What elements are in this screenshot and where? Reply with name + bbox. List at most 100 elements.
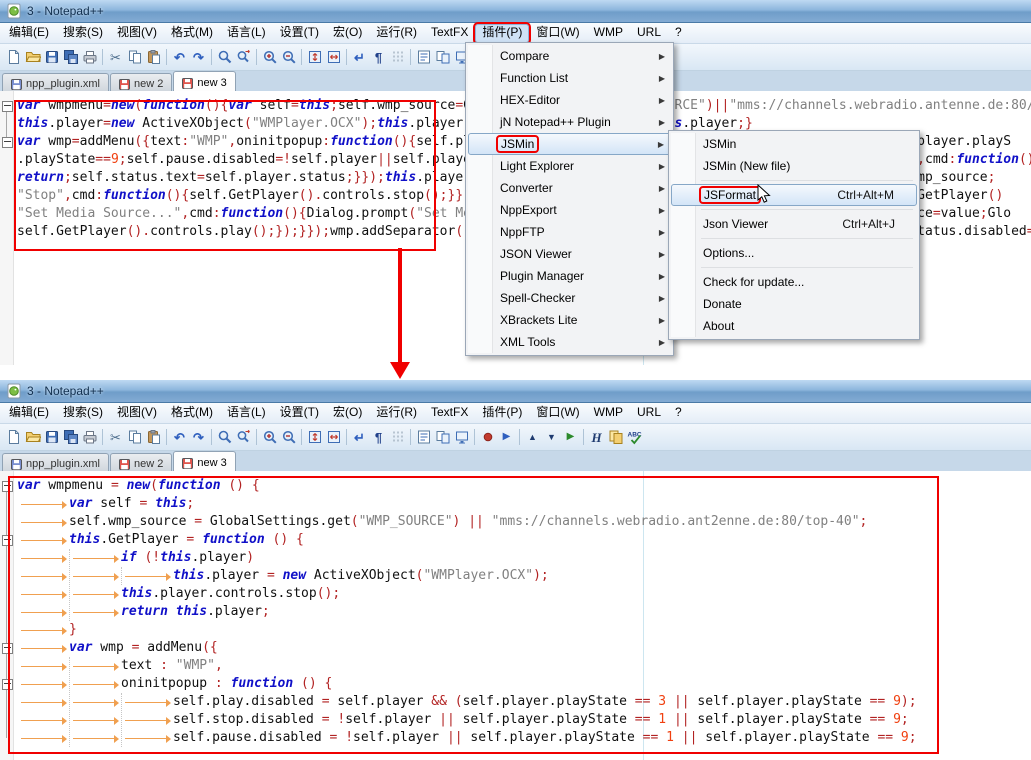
toolbar-indent-guides-icon[interactable] xyxy=(388,48,407,67)
plugins-menu-item-hex-editor[interactable]: HEX-Editor ▶ xyxy=(468,89,671,111)
toolbar-word-wrap-icon[interactable]: ↵ xyxy=(350,48,369,67)
toolbar-html-preview-icon[interactable]: H xyxy=(587,428,606,447)
menubar-item-settings[interactable]: 设置(T) xyxy=(273,24,326,43)
menubar-item-help[interactable]: ? xyxy=(668,404,689,423)
menubar-item-macro[interactable]: 宏(O) xyxy=(326,24,369,43)
menubar-item-view[interactable]: 视图(V) xyxy=(110,24,164,43)
jsmin-submenu-item-jsformat[interactable]: JSFormat Ctrl+Alt+M xyxy=(671,184,917,206)
plugins-menu-item-spell-checker[interactable]: Spell-Checker ▶ xyxy=(468,287,671,309)
toolbar-open-icon[interactable] xyxy=(23,48,42,67)
menubar-item-edit[interactable]: 编辑(E) xyxy=(2,24,56,43)
plugins-menu-item-compare[interactable]: Compare ▶ xyxy=(468,45,671,67)
menubar-item-plugins[interactable]: 插件(P) xyxy=(473,21,532,45)
toolbar-redo-icon[interactable]: ↷ xyxy=(189,48,208,67)
menubar-item-edit[interactable]: 编辑(E) xyxy=(2,404,56,423)
toolbar-open-icon[interactable] xyxy=(23,428,42,447)
toolbar-sync-horizontal-icon[interactable] xyxy=(324,428,343,447)
menubar-item-plugins[interactable]: 插件(P) xyxy=(475,404,529,423)
jsmin-submenu-item-jsmin[interactable]: JSMin xyxy=(671,133,917,155)
menubar-item-url[interactable]: URL xyxy=(630,24,668,43)
menubar-item-settings[interactable]: 设置(T) xyxy=(273,404,326,423)
toolbar-zoom-out-icon[interactable] xyxy=(279,428,298,447)
toolbar-print-icon[interactable] xyxy=(80,48,99,67)
toolbar-paste-icon[interactable] xyxy=(144,428,163,447)
toolbar-cut-icon[interactable]: ✂ xyxy=(106,428,125,447)
toolbar-paste-icon[interactable] xyxy=(144,48,163,67)
toolbar-zoom-out-icon[interactable] xyxy=(279,48,298,67)
toolbar-replace-icon[interactable] xyxy=(234,48,253,67)
menubar-item-format[interactable]: 格式(M) xyxy=(164,404,220,423)
toolbar-find-icon[interactable] xyxy=(215,428,234,447)
menubar-item-search[interactable]: 搜索(S) xyxy=(56,24,110,43)
menubar-item-window[interactable]: 窗口(W) xyxy=(529,24,586,43)
menubar-item-help[interactable]: ? xyxy=(668,24,689,43)
toolbar-show-symbols-icon[interactable]: ¶ xyxy=(369,428,388,447)
fold-collapse-marker[interactable] xyxy=(2,643,13,654)
code-line[interactable]: oninitpopup : function () { xyxy=(17,675,332,693)
code-line[interactable]: this.GetPlayer = function () { xyxy=(17,531,304,549)
toolbar-function-list-icon[interactable] xyxy=(414,48,433,67)
menubar-item-language[interactable]: 语言(L) xyxy=(220,24,273,43)
toolbar-indent-guides-icon[interactable] xyxy=(388,428,407,447)
toolbar-doc-switcher-icon[interactable] xyxy=(433,428,452,447)
code-line[interactable]: self.play.disabled = self.player && (sel… xyxy=(17,693,917,711)
code-line[interactable]: text : "WMP", xyxy=(17,657,223,675)
jsmin-submenu-item-check-for-update[interactable]: Check for update... xyxy=(671,271,917,293)
toolbar-sync-vertical-icon[interactable] xyxy=(305,48,324,67)
toolbar-function-list-icon[interactable] xyxy=(414,428,433,447)
menubar-item-run[interactable]: 运行(R) xyxy=(369,24,424,43)
menubar-item-run[interactable]: 运行(R) xyxy=(369,404,424,423)
menubar-item-format[interactable]: 格式(M) xyxy=(164,24,220,43)
code-line[interactable]: return this.player; xyxy=(17,603,270,621)
toolbar-print-icon[interactable] xyxy=(80,428,99,447)
toolbar-word-wrap-icon[interactable]: ↵ xyxy=(350,428,369,447)
plugins-menu-item-function-list[interactable]: Function List ▶ xyxy=(468,67,671,89)
toolbar-spell-check-icon[interactable]: ABC xyxy=(625,428,644,447)
toolbar-doc-switcher-icon[interactable] xyxy=(433,48,452,67)
toolbar-macro-record-icon[interactable] xyxy=(478,428,497,447)
toolbar-replace-icon[interactable] xyxy=(234,428,253,447)
toolbar-docs-recent-icon[interactable] xyxy=(606,428,625,447)
plugins-menu-item-light-explorer[interactable]: Light Explorer ▶ xyxy=(468,155,671,177)
fold-collapse-marker[interactable] xyxy=(2,101,13,112)
plugins-menu-item-nppftp[interactable]: NppFTP ▶ xyxy=(468,221,671,243)
menubar-item-wmp[interactable]: WMP xyxy=(587,404,630,423)
fold-collapse-marker[interactable] xyxy=(2,137,13,148)
titlebar[interactable]: 3 - Notepad++ xyxy=(0,380,1031,403)
menubar-item-textfx[interactable]: TextFX xyxy=(424,24,475,43)
toolbar-undo-icon[interactable]: ↶ xyxy=(170,48,189,67)
code-line[interactable]: this.player.controls.stop(); xyxy=(17,585,340,603)
toolbar-save-all-icon[interactable] xyxy=(61,428,80,447)
toolbar-sync-vertical-icon[interactable] xyxy=(305,428,324,447)
code-line[interactable]: var wmp = addMenu({ xyxy=(17,639,218,657)
toolbar-file-monitor-icon[interactable] xyxy=(452,428,471,447)
plugins-menu-item-xbrackets-lite[interactable]: XBrackets Lite ▶ xyxy=(468,309,671,331)
menubar-item-wmp[interactable]: WMP xyxy=(587,24,630,43)
menubar-item-textfx[interactable]: TextFX xyxy=(424,404,475,423)
toolbar-redo-icon[interactable]: ↷ xyxy=(189,428,208,447)
editor-formatted-code[interactable]: var wmpmenu = new(function () {var self … xyxy=(0,471,1031,760)
jsmin-submenu-item-jsmin-new-file[interactable]: JSMin (New file) xyxy=(671,155,917,177)
code-area[interactable]: var wmpmenu = new(function () {var self … xyxy=(14,471,1031,760)
toolbar-sync-horizontal-icon[interactable] xyxy=(324,48,343,67)
menubar-item-url[interactable]: URL xyxy=(630,404,668,423)
toolbar-new-file-icon[interactable] xyxy=(4,428,23,447)
code-line[interactable]: var wmpmenu = new(function () { xyxy=(17,477,260,495)
plugins-menu-item-nppexport[interactable]: NppExport ▶ xyxy=(468,199,671,221)
toolbar-cut-icon[interactable]: ✂ xyxy=(106,48,125,67)
toolbar-copy-icon[interactable] xyxy=(125,428,144,447)
code-line[interactable]: self.wmp_source = GlobalSettings.get("WM… xyxy=(17,513,867,531)
toolbar-new-file-icon[interactable] xyxy=(4,48,23,67)
toolbar-zoom-in-icon[interactable] xyxy=(260,428,279,447)
jsmin-submenu-item-about[interactable]: About xyxy=(671,315,917,337)
jsmin-submenu-item-options[interactable]: Options... xyxy=(671,242,917,264)
code-line[interactable]: self.stop.disabled = !self.player || sel… xyxy=(17,711,909,729)
code-line[interactable]: this.player = new ActiveXObject("WMPlaye… xyxy=(17,567,549,585)
jsmin-submenu-item-json-viewer[interactable]: Json Viewer Ctrl+Alt+J xyxy=(671,213,917,235)
plugins-menu-item-jsmin[interactable]: JSMin ▶ xyxy=(468,133,671,155)
menubar-item-macro[interactable]: 宏(O) xyxy=(326,404,369,423)
code-line[interactable]: } xyxy=(17,621,77,639)
code-line[interactable]: var self = this; xyxy=(17,495,194,513)
plugins-menu-item-json-viewer[interactable]: JSON Viewer ▶ xyxy=(468,243,671,265)
toolbar-undo-icon[interactable]: ↶ xyxy=(170,428,189,447)
